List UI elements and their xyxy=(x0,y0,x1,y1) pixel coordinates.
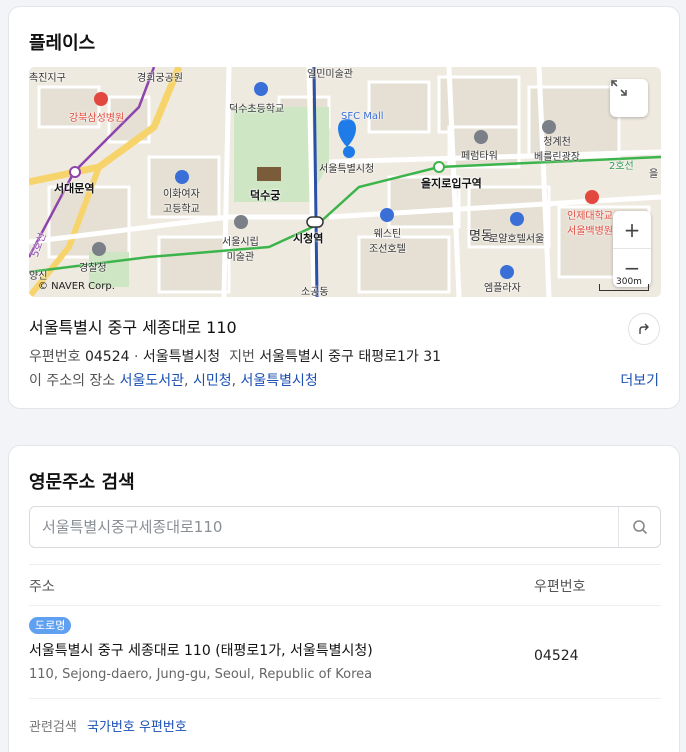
map-label: 청계천 베를린광장 xyxy=(534,137,580,163)
search-input[interactable] xyxy=(30,507,618,547)
map-label: 서울시립 미술관 xyxy=(222,237,259,263)
place-link[interactable]: 서울특별시청 xyxy=(241,373,318,389)
zip-label: 우편번호 xyxy=(29,349,81,365)
separator: · xyxy=(129,349,143,365)
related-label: 관련검색 xyxy=(29,720,77,735)
place-link[interactable]: 시민청 xyxy=(193,373,232,389)
map-label: 덕수초등학교 xyxy=(229,104,285,115)
map-label: 엠플라자 xyxy=(484,283,521,294)
place-card-title: 플레이스 xyxy=(29,33,96,54)
places-label: 이 주소의 장소 xyxy=(29,373,116,389)
map-label: 을지로입구역 xyxy=(421,177,482,190)
map-label: 로얄호텔서울 xyxy=(489,234,545,245)
map-label: 덕수궁 xyxy=(250,189,281,202)
building-name: 서울특별시청 xyxy=(142,349,221,365)
map-label: 인제대학교 서울백병원 xyxy=(567,211,613,237)
english-card-title: 영문주소 검색 xyxy=(29,472,135,493)
map-label: 경희궁공원 xyxy=(137,73,183,84)
share-button[interactable] xyxy=(628,313,660,345)
expand-icon xyxy=(611,80,627,96)
map-label: 소공동 xyxy=(301,287,329,297)
map-label: 시청역 xyxy=(293,232,324,245)
map-label: 서대문역 xyxy=(54,182,95,195)
address-info-line: 우편번호 04524 · 서울특별시청 지번 서울특별시 중구 태평로1가 31 xyxy=(29,346,441,366)
related-link[interactable]: 우편번호 xyxy=(139,720,187,735)
map-label: 양신 xyxy=(29,271,48,282)
related-search: 관련검색 국가번호 우편번호 xyxy=(29,716,187,735)
jibun-address: 서울특별시 중구 태평로1가 31 xyxy=(259,349,442,365)
map-label: SFC Mall xyxy=(341,111,384,122)
related-link[interactable]: 국가번호 xyxy=(87,720,135,735)
map-label: 서울특별시청 xyxy=(319,164,375,175)
places-line: 이 주소의 장소 서울도서관, 시민청, 서울특별시청 xyxy=(29,373,318,389)
zoom-controls: + − xyxy=(613,211,651,287)
column-zip: 우편번호 xyxy=(534,579,586,595)
english-address-card: 영문주소 검색 주소 우편번호 도로명 서울특별시 중구 세종대로 110 (태… xyxy=(8,445,680,752)
map-copyright: © NAVER Corp. xyxy=(38,281,115,292)
map-label: 웨스틴 조선호텔 xyxy=(369,229,406,255)
place-card: 플레이스 촉진지구 경희궁공원 일민미술관 강북삼성병원 덕수초등학교 SFC … xyxy=(8,6,680,409)
map-label: 촉진지구 xyxy=(29,73,66,84)
more-link[interactable]: 더보기 xyxy=(620,370,659,390)
map-label: 일민미술관 xyxy=(307,69,353,80)
road-address: 서울특별시 중구 세종대로 110 xyxy=(29,318,237,337)
expand-map-button[interactable] xyxy=(610,79,648,117)
zip-value: 04524 xyxy=(84,349,130,365)
map[interactable]: 촉진지구 경희궁공원 일민미술관 강북삼성병원 덕수초등학교 SFC Mall … xyxy=(29,67,661,297)
map-label: 2호선 xyxy=(609,161,634,172)
row-zip: 04524 xyxy=(534,648,579,664)
map-label: 이화여자 고등학교 xyxy=(163,189,200,215)
share-arrow-icon xyxy=(639,323,649,334)
search-box xyxy=(29,506,661,548)
table-row: 도로명 서울특별시 중구 세종대로 110 (태평로1가, 서울특별시청) 11… xyxy=(29,606,661,699)
jibun-label: 지번 xyxy=(229,349,255,365)
map-label: 강북삼성병원 xyxy=(69,113,125,124)
map-label: 경찰청 xyxy=(79,263,107,274)
place-link[interactable]: 서울도서관 xyxy=(120,373,184,389)
search-button[interactable] xyxy=(618,507,660,547)
zoom-in-button[interactable]: + xyxy=(613,211,651,249)
map-graphic xyxy=(29,67,661,297)
road-name-badge: 도로명 xyxy=(29,617,72,634)
table-header: 주소 우편번호 xyxy=(29,564,661,606)
map-label: 페럼타워 xyxy=(461,151,498,162)
korean-address: 서울특별시 중구 세종대로 110 (태평로1가, 서울특별시청) xyxy=(29,643,373,659)
map-label: 을 xyxy=(649,169,659,180)
column-address: 주소 xyxy=(29,579,55,595)
search-icon xyxy=(632,520,647,535)
scale-label: 300m xyxy=(616,277,642,287)
english-address: 110, Sejong-daero, Jung-gu, Seoul, Repub… xyxy=(29,667,373,682)
